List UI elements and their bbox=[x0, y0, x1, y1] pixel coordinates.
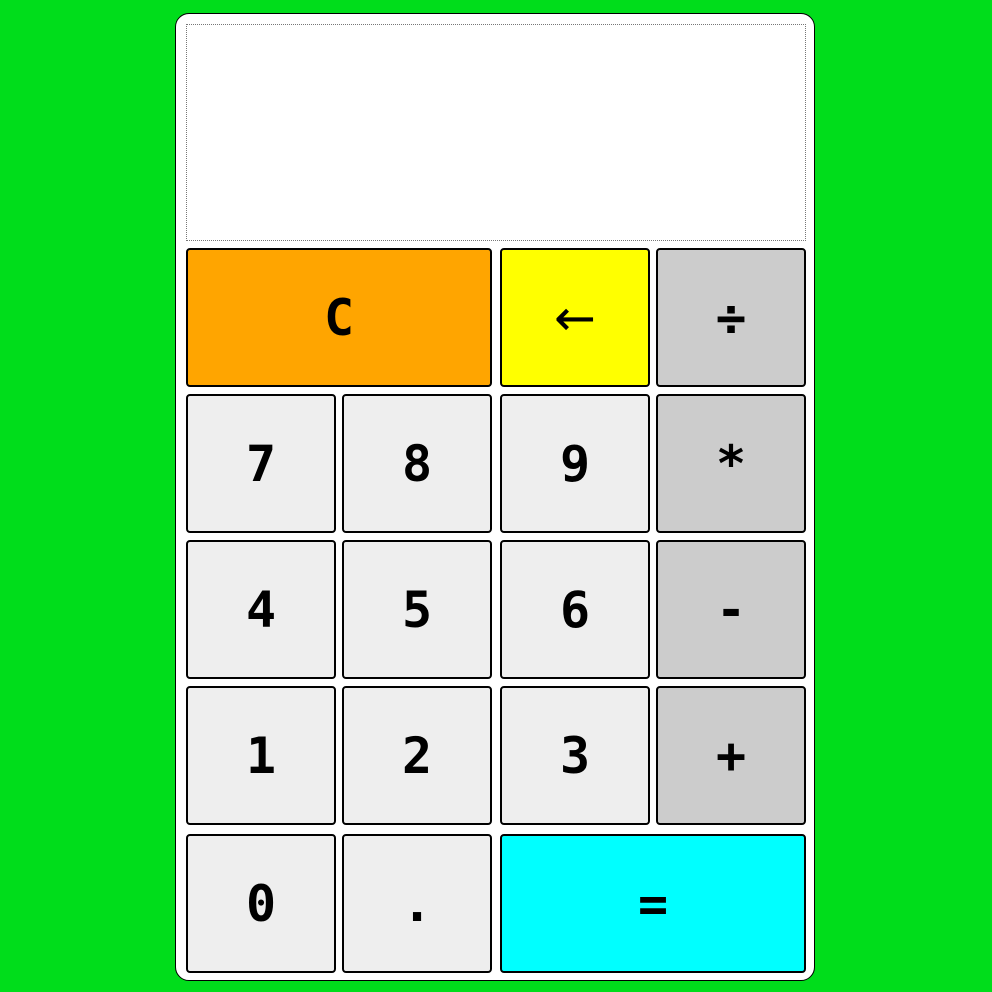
digit-6-button[interactable]: 6 bbox=[500, 540, 650, 679]
digit-4-button[interactable]: 4 bbox=[186, 540, 336, 679]
digit-8-button[interactable]: 8 bbox=[342, 394, 492, 533]
digit-3-button[interactable]: 3 bbox=[500, 686, 650, 825]
digit-0-button[interactable]: 0 bbox=[186, 834, 336, 973]
digit-2-button[interactable]: 2 bbox=[342, 686, 492, 825]
digit-1-button[interactable]: 1 bbox=[186, 686, 336, 825]
decimal-button[interactable]: . bbox=[342, 834, 492, 973]
digit-7-button[interactable]: 7 bbox=[186, 394, 336, 533]
subtract-button[interactable]: - bbox=[656, 540, 806, 679]
calculator: C ← ÷ 7 8 9 * 4 5 6 - 1 2 3 + 0 . = bbox=[175, 13, 815, 981]
clear-button[interactable]: C bbox=[186, 248, 492, 387]
digit-9-button[interactable]: 9 bbox=[500, 394, 650, 533]
equals-button[interactable]: = bbox=[500, 834, 806, 973]
add-button[interactable]: + bbox=[656, 686, 806, 825]
divide-button[interactable]: ÷ bbox=[656, 248, 806, 387]
page-background: C ← ÷ 7 8 9 * 4 5 6 - 1 2 3 + 0 . = bbox=[0, 0, 992, 992]
backspace-button[interactable]: ← bbox=[500, 248, 650, 387]
calculator-display bbox=[186, 24, 806, 241]
digit-5-button[interactable]: 5 bbox=[342, 540, 492, 679]
multiply-button[interactable]: * bbox=[656, 394, 806, 533]
